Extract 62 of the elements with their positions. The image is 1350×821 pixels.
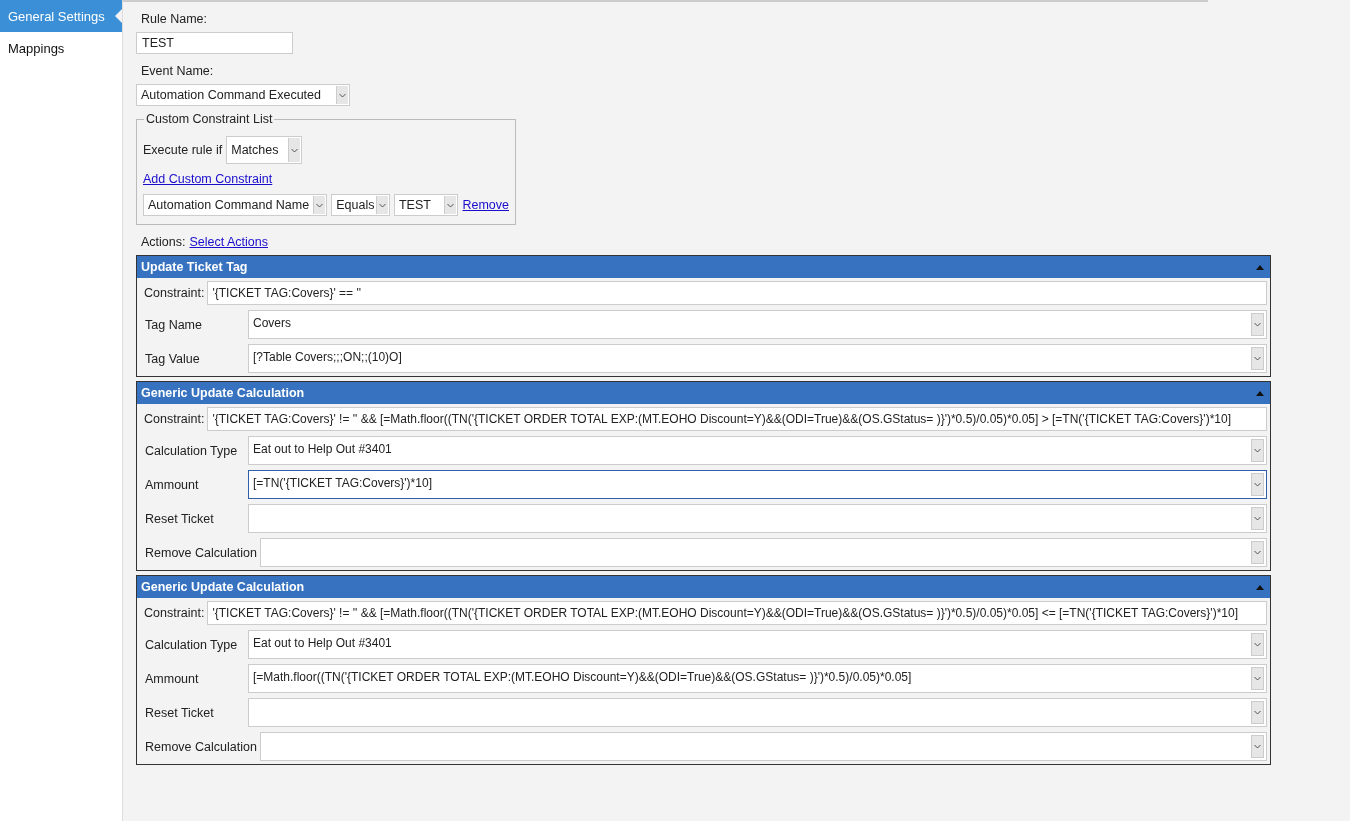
field-label: Rule Name: <box>141 12 208 26</box>
dropdown[interactable]: Automation Command Executed <box>136 84 350 106</box>
panel-title: Generic Update Calculation <box>141 386 305 400</box>
field-label: Tag Name <box>144 317 203 332</box>
combo-field[interactable]: Eat out to Help Out #3401 <box>248 630 1267 659</box>
field-label: Execute rule if <box>143 143 223 157</box>
combo-field[interactable]: [=TN('{TICKET TAG:Covers}')*10] <box>248 470 1267 499</box>
field-label: Remove Calculation <box>144 739 258 754</box>
chevron-down-icon <box>1254 676 1261 681</box>
chevron-down-icon <box>1254 322 1261 327</box>
add-constraint-link[interactable]: Add Custom Constraint <box>143 172 273 186</box>
chevron-down-icon <box>1254 642 1261 647</box>
chevron-down-icon <box>1254 448 1261 453</box>
field-label: Event Name: <box>141 64 215 78</box>
field-label: Tag Value <box>144 351 201 366</box>
field-label: Reset Ticket <box>144 705 215 720</box>
combo-field[interactable] <box>248 698 1267 727</box>
dropdown[interactable]: Matches <box>226 136 303 164</box>
combo-field[interactable]: Covers <box>248 310 1267 339</box>
field-label: Constraint: <box>144 412 205 426</box>
chevron-down-icon <box>1254 356 1261 361</box>
group-legend: Custom Constraint List <box>144 112 275 126</box>
combo-field[interactable] <box>259 538 1267 567</box>
field-label: Actions: <box>141 235 186 249</box>
chevron-down-icon <box>379 202 386 208</box>
chevron-down-icon <box>1254 482 1261 487</box>
field-label: Ammount <box>144 477 200 492</box>
chevron-down-icon <box>1254 550 1261 555</box>
field-label: Calculation Type <box>144 637 239 652</box>
chevron-down-icon <box>1254 744 1261 749</box>
field-label: Constraint: <box>144 286 205 300</box>
chevron-down-icon <box>316 202 324 208</box>
dropdown[interactable]: TEST <box>394 194 459 216</box>
combo-field[interactable] <box>259 732 1267 761</box>
select-actions-link[interactable]: Select Actions <box>189 235 268 249</box>
input-field[interactable]: '{TICKET TAG:Covers}' != '' && [=Math.floor((TN('{TICKET ORDER TOTAL EXP:(MT.EOHO Discount=Y)&&(ODI=True)&&(OS.GStatus= )}')*0.5)/0.05)*0.05] <= [=TN('{TICKET TAG:Covers}')*10] <box>207 601 1267 625</box>
panel-title: Update Ticket Tag <box>141 260 248 274</box>
field-label: Ammount <box>144 671 200 686</box>
combo-field[interactable]: [=Math.floor((TN('{TICKET ORDER TOTAL EXP:(MT.EOHO Discount=Y)&&(ODI=True)&&(OS.GStatus= )}')*0.5)/0.05)*0.05] <box>248 664 1267 693</box>
field-label: Calculation Type <box>144 443 239 458</box>
dropdown[interactable]: Automation Command Name <box>143 194 328 216</box>
chevron-down-icon <box>291 147 299 153</box>
panel-title: Generic Update Calculation <box>141 580 305 594</box>
chevron-down-icon <box>1254 710 1261 715</box>
combo-field[interactable]: Eat out to Help Out #3401 <box>248 436 1267 465</box>
remove-link[interactable]: Remove <box>462 198 509 212</box>
dropdown[interactable]: Equals <box>331 194 390 216</box>
input-field[interactable]: '{TICKET TAG:Covers}' == '' <box>207 281 1267 305</box>
combo-field[interactable] <box>248 504 1267 533</box>
collapse-icon[interactable] <box>1256 390 1264 396</box>
combo-field[interactable]: [?Table Covers;;;ON;;(10)O] <box>248 344 1267 373</box>
input-field[interactable]: TEST <box>136 32 293 54</box>
field-label: Constraint: <box>144 606 205 620</box>
chevron-down-icon <box>1254 516 1261 521</box>
collapse-icon[interactable] <box>1256 584 1264 590</box>
sidebar-item[interactable]: Mappings <box>0 32 122 64</box>
collapse-icon[interactable] <box>1256 264 1264 270</box>
field-label: Reset Ticket <box>144 511 215 526</box>
input-field[interactable]: '{TICKET TAG:Covers}' != '' && [=Math.floor((TN('{TICKET ORDER TOTAL EXP:(MT.EOHO Discount=Y)&&(ODI=True)&&(OS.GStatus= )}')*0.5)/0.05)*0.05] > [=TN('{TICKET TAG:Covers}')*10] <box>207 407 1267 431</box>
chevron-down-icon <box>339 92 346 98</box>
chevron-down-icon <box>447 202 455 208</box>
field-label: Remove Calculation <box>144 545 258 560</box>
